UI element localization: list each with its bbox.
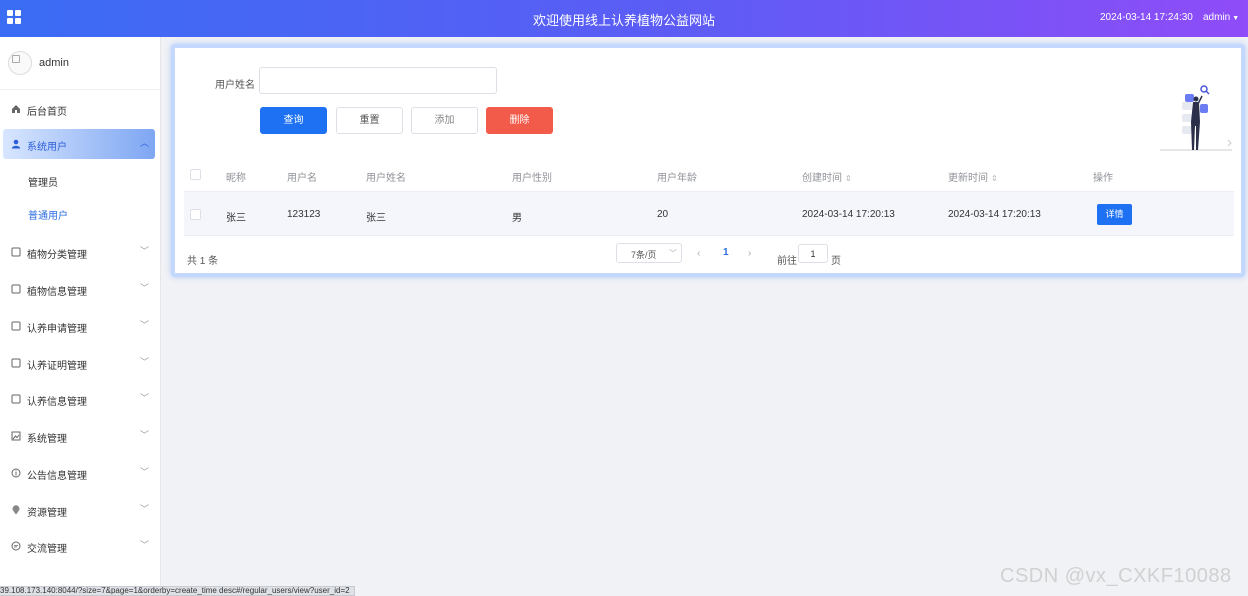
search-input[interactable]: [259, 67, 497, 94]
home-icon: [11, 104, 21, 114]
sidebar-item-label: 公告信息管理: [27, 471, 87, 482]
delete-button[interactable]: 删除: [486, 107, 553, 134]
top-header: 欢迎使用线上认养植物公益网站 2024-03-14 17:24:30 admin…: [0, 0, 1248, 37]
sidebar-subitem-admins[interactable]: 管理员: [28, 174, 58, 189]
chevron-up-icon: ︿: [140, 138, 150, 148]
sidebar-item-label: 后台首页: [27, 107, 67, 118]
header-datetime: 2024-03-14 17:24:30: [1100, 12, 1193, 23]
status-bar-url: 39.108.173.140:8044/?size=7&page=1&order…: [0, 586, 355, 596]
info-icon: [11, 468, 21, 478]
table-header-row: 昵称 用户名 用户姓名 用户性别 用户年龄 创建时间 ⇕ 更新时间 ⇕ 操作: [184, 155, 1234, 192]
detail-button[interactable]: 详情: [1097, 204, 1132, 225]
search-label: 用户姓名: [215, 80, 255, 91]
sidebar-item-system-manage[interactable]: 系统管理 ﹀: [0, 421, 160, 451]
column-header-created-label: 创建时间: [802, 173, 842, 184]
content-card: 用户姓名 查询 重置 添加 删除 昵称 用户名 用户姓名 用户性别 用户年龄 创…: [171, 44, 1245, 277]
doc-icon: [11, 284, 21, 294]
sidebar-item-label: 植物分类管理: [27, 250, 87, 261]
row-checkbox[interactable]: [190, 209, 201, 220]
table-row: 张三 123123 张三 男 20 2024-03-14 17:20:13 20…: [184, 192, 1234, 236]
reset-button[interactable]: 重置: [336, 107, 403, 134]
cell-gender: 男: [512, 213, 522, 224]
select-all-checkbox[interactable]: [190, 169, 201, 180]
chevron-down-icon: ﹀: [140, 393, 150, 403]
column-header-nickname: 昵称: [226, 173, 246, 184]
sidebar-item-system-users[interactable]: 系统用户 ︿: [3, 129, 155, 159]
goto-suffix: 页: [831, 256, 841, 267]
sidebar-item-adoption-apply[interactable]: 认养申请管理 ﹀: [0, 311, 160, 341]
column-header-created[interactable]: 创建时间 ⇕: [802, 169, 852, 184]
search-illustration: [1160, 82, 1235, 152]
chevron-down-icon: ﹀: [140, 283, 150, 293]
add-button[interactable]: 添加: [411, 107, 478, 134]
sidebar-item-label: 植物信息管理: [27, 287, 87, 298]
sidebar-item-label: 认养申请管理: [27, 324, 87, 335]
header-username: admin: [1203, 12, 1231, 23]
chevron-down-icon: ﹀: [140, 504, 150, 514]
page-size-select[interactable]: 7条/页 ﹀: [616, 243, 682, 263]
doc-icon: [11, 247, 21, 257]
column-header-age: 用户年龄: [657, 173, 697, 184]
cell-updated: 2024-03-14 17:20:13: [948, 209, 1041, 220]
sort-icon: ⇕: [991, 174, 998, 183]
query-button[interactable]: 查询: [260, 107, 327, 134]
sidebar-item-plant-category[interactable]: 植物分类管理 ﹀: [0, 237, 160, 267]
cell-realname: 张三: [366, 213, 386, 224]
chevron-down-icon: ﹀: [669, 249, 677, 258]
sidebar-item-adoption-cert[interactable]: 认养证明管理 ﹀: [0, 348, 160, 378]
page-size-value: 7条/页: [631, 250, 657, 260]
sidebar-user: admin: [0, 37, 160, 90]
column-header-gender: 用户性别: [512, 173, 552, 184]
header-user-dropdown[interactable]: admin ▼: [1203, 12, 1239, 23]
page-number-button[interactable]: 1: [723, 247, 729, 258]
sidebar-item-label: 交流管理: [27, 544, 67, 555]
avatar: [8, 51, 32, 75]
cell-username: 123123: [287, 209, 321, 220]
sidebar-item-resources[interactable]: 资源管理 ﹀: [0, 495, 160, 525]
site-title: 欢迎使用线上认养植物公益网站: [532, 13, 715, 28]
column-header-updated[interactable]: 更新时间 ⇕: [948, 169, 998, 184]
sidebar-item-label: 资源管理: [27, 508, 67, 519]
location-icon: [11, 505, 21, 515]
column-header-actions: 操作: [1093, 173, 1113, 184]
column-header-updated-label: 更新时间: [948, 173, 988, 184]
sidebar-username: admin: [39, 57, 69, 69]
prev-page-button[interactable]: ‹: [697, 248, 700, 259]
next-page-button[interactable]: ›: [748, 248, 751, 259]
sidebar-item-label: 认养证明管理: [27, 361, 87, 372]
chevron-down-icon: ﹀: [140, 467, 150, 477]
sort-icon: ⇕: [845, 174, 852, 183]
chevron-down-icon: ﹀: [140, 430, 150, 440]
chevron-down-icon: ▼: [1232, 15, 1240, 22]
chevron-down-icon: ﹀: [140, 357, 150, 367]
chevron-down-icon: ﹀: [140, 246, 150, 256]
user-icon: [11, 139, 21, 149]
doc-icon: [11, 358, 21, 368]
sidebar-item-plant-info[interactable]: 植物信息管理 ﹀: [0, 274, 160, 304]
column-header-realname: 用户姓名: [366, 173, 406, 184]
sidebar-item-home[interactable]: 后台首页: [0, 94, 160, 124]
chat-icon: [11, 541, 21, 551]
column-header-username: 用户名: [287, 173, 317, 184]
sidebar-item-label: 系统用户: [27, 142, 67, 153]
doc-icon: [11, 394, 21, 404]
goto-page-input[interactable]: [798, 244, 828, 263]
sidebar: admin 后台首页 系统用户 ︿ 管理员 普通用户 植物分类管理 ﹀ 植物信息…: [0, 37, 161, 596]
sidebar-subitem-regular-users[interactable]: 普通用户: [28, 207, 68, 222]
cell-age: 20: [657, 209, 669, 220]
cell-nickname: 张三: [226, 213, 246, 224]
chevron-down-icon: ﹀: [140, 320, 150, 330]
watermark: CSDN @vx_CXKF10088: [1000, 565, 1232, 587]
pagination-total: 共 1 条: [187, 256, 219, 267]
sidebar-item-announcement[interactable]: 公告信息管理 ﹀: [0, 458, 160, 488]
sidebar-item-label: 认养信息管理: [27, 397, 87, 408]
sidebar-item-adoption-info[interactable]: 认养信息管理 ﹀: [0, 384, 160, 414]
chevron-down-icon: ﹀: [140, 540, 150, 550]
picture-icon: [11, 431, 21, 441]
sidebar-item-label: 系统管理: [27, 434, 67, 445]
sidebar-item-communication[interactable]: 交流管理 ﹀: [0, 531, 160, 561]
cell-created: 2024-03-14 17:20:13: [802, 209, 895, 220]
goto-label: 前往: [777, 256, 797, 267]
doc-icon: [11, 321, 21, 331]
